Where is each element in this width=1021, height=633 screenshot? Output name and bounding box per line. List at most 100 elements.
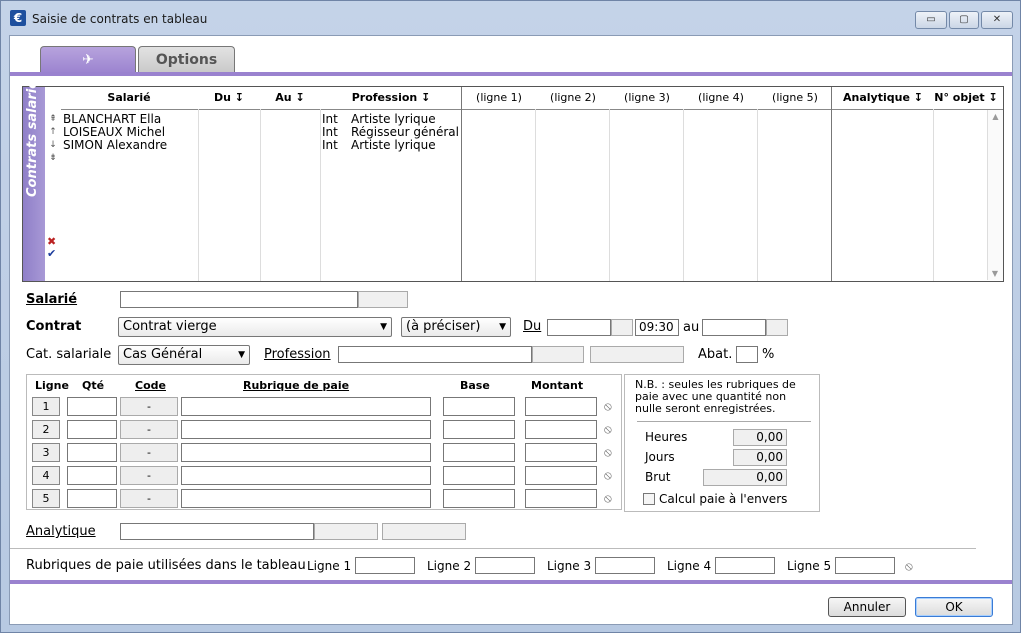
header-code[interactable]: Code xyxy=(135,379,166,392)
row-salarie[interactable]: LOISEAUX Michel xyxy=(63,126,197,139)
clear-line-icon[interactable]: ⦸ xyxy=(604,399,612,414)
scroll-down-icon[interactable]: ▼ xyxy=(988,269,1002,278)
move-bottom-icon[interactable]: ⇟ xyxy=(46,152,60,165)
code-field[interactable]: - xyxy=(120,489,178,508)
rubrique-line-number: 3 xyxy=(32,443,60,462)
ligne2-input[interactable] xyxy=(475,557,535,574)
row-profession[interactable]: Régisseur général t xyxy=(351,126,461,139)
jours-value: 0,00 xyxy=(733,449,787,466)
qte-input[interactable] xyxy=(67,489,117,508)
airplane-icon: ✈ xyxy=(82,52,94,68)
base-input[interactable] xyxy=(443,489,515,508)
annuler-button[interactable]: Annuler xyxy=(828,597,906,617)
col-sep xyxy=(535,109,536,281)
rubrique-input[interactable] xyxy=(181,420,431,439)
col-sep xyxy=(757,109,758,281)
col-header-ligne5[interactable]: (ligne 5) xyxy=(759,87,831,109)
close-button[interactable]: ✕ xyxy=(981,11,1013,29)
analytique-label[interactable]: Analytique xyxy=(26,524,96,539)
scroll-up-icon[interactable]: ▲ xyxy=(988,112,1003,121)
row-profession[interactable]: Artiste lyrique xyxy=(351,113,461,126)
clear-rubriques-icon[interactable]: ⦸ xyxy=(905,559,913,574)
qte-input[interactable] xyxy=(67,397,117,416)
qte-input[interactable] xyxy=(67,466,117,485)
cat-salariale-select[interactable]: Cas Général ▼ xyxy=(118,345,250,365)
col-header-ligne2[interactable]: (ligne 2) xyxy=(537,87,609,109)
clear-line-icon[interactable]: ⦸ xyxy=(604,468,612,483)
montant-input[interactable] xyxy=(525,397,597,416)
grid-side-label: Contrats salarié xyxy=(25,79,40,197)
qte-input[interactable] xyxy=(67,420,117,439)
rubrique-input[interactable] xyxy=(181,443,431,462)
move-up-icon[interactable]: ↑ xyxy=(46,126,60,139)
move-down-icon[interactable]: ↓ xyxy=(46,139,60,152)
col-header-objet[interactable]: N° objet ↧ xyxy=(933,87,999,109)
clear-line-icon[interactable]: ⦸ xyxy=(604,422,612,437)
move-top-icon[interactable]: ⇞ xyxy=(46,113,60,126)
montant-input[interactable] xyxy=(525,443,597,462)
du-date-input[interactable] xyxy=(547,319,611,336)
base-input[interactable] xyxy=(443,397,515,416)
salarie-label[interactable]: Salarié xyxy=(26,292,77,307)
col-header-profession[interactable]: Profession ↧ xyxy=(321,87,461,109)
ligne3-input[interactable] xyxy=(595,557,655,574)
row-type[interactable]: Int xyxy=(322,113,348,126)
ligne5-input[interactable] xyxy=(835,557,895,574)
contrat-detail-select[interactable]: (à préciser) ▼ xyxy=(401,317,511,337)
calcul-envers-checkbox[interactable] xyxy=(643,493,655,505)
rubrique-input[interactable] xyxy=(181,489,431,508)
du-label[interactable]: Du xyxy=(523,319,541,334)
ligne5-label: Ligne 5 xyxy=(787,559,832,573)
base-input[interactable] xyxy=(443,443,515,462)
grid-vertical-scrollbar[interactable]: ▲ ▼ xyxy=(987,110,1003,280)
col-header-ligne1[interactable]: (ligne 1) xyxy=(463,87,535,109)
profession-label[interactable]: Profession xyxy=(264,347,331,362)
clear-line-icon[interactable]: ⦸ xyxy=(604,445,612,460)
row-type[interactable]: Int xyxy=(322,139,348,152)
code-field[interactable]: - xyxy=(120,466,178,485)
validate-icon[interactable]: ✔ xyxy=(47,247,56,260)
maximize-button[interactable]: ▢ xyxy=(949,11,979,29)
abat-input[interactable] xyxy=(736,346,758,363)
tab-options[interactable]: Options xyxy=(138,46,235,74)
profession-input[interactable] xyxy=(338,346,532,363)
header-qte: Qté xyxy=(82,379,105,392)
tab-contrats[interactable]: ✈ xyxy=(40,46,136,74)
col-header-salarie[interactable]: Salarié xyxy=(61,87,197,109)
rubrique-input[interactable] xyxy=(181,397,431,416)
row-profession[interactable]: Artiste lyrique xyxy=(351,139,461,152)
rubrique-input[interactable] xyxy=(181,466,431,485)
ligne1-input[interactable] xyxy=(355,557,415,574)
clear-line-icon[interactable]: ⦸ xyxy=(604,491,612,506)
au-date-input[interactable] xyxy=(702,319,766,336)
percent-label: % xyxy=(762,347,775,362)
analytique-input[interactable] xyxy=(120,523,314,540)
col-header-du[interactable]: Du ↧ xyxy=(199,87,259,109)
rubrique-line-number: 1 xyxy=(32,397,60,416)
code-field[interactable]: - xyxy=(120,443,178,462)
col-header-ligne4[interactable]: (ligne 4) xyxy=(685,87,757,109)
montant-input[interactable] xyxy=(525,420,597,439)
salarie-input[interactable] xyxy=(120,291,358,308)
col-header-au[interactable]: Au ↧ xyxy=(261,87,319,109)
col-sep xyxy=(683,109,684,281)
code-field[interactable]: - xyxy=(120,420,178,439)
row-salarie[interactable]: SIMON Alexandre xyxy=(63,139,197,152)
col-header-ligne3[interactable]: (ligne 3) xyxy=(611,87,683,109)
code-field[interactable]: - xyxy=(120,397,178,416)
ok-button[interactable]: OK xyxy=(915,597,993,617)
du-time-input[interactable]: 09:30 xyxy=(635,319,679,336)
qte-input[interactable] xyxy=(67,443,117,462)
base-input[interactable] xyxy=(443,466,515,485)
row-salarie[interactable]: BLANCHART Ella xyxy=(63,113,197,126)
base-input[interactable] xyxy=(443,420,515,439)
header-rubrique[interactable]: Rubrique de paie xyxy=(243,379,349,392)
contrat-select[interactable]: Contrat vierge ▼ xyxy=(118,317,392,337)
row-type[interactable]: Int xyxy=(322,126,348,139)
profession-detail-field xyxy=(590,346,684,363)
col-header-analytique[interactable]: Analytique ↧ xyxy=(833,87,933,109)
ligne4-input[interactable] xyxy=(715,557,775,574)
minimize-button[interactable]: ▭ xyxy=(915,11,947,29)
montant-input[interactable] xyxy=(525,466,597,485)
montant-input[interactable] xyxy=(525,489,597,508)
